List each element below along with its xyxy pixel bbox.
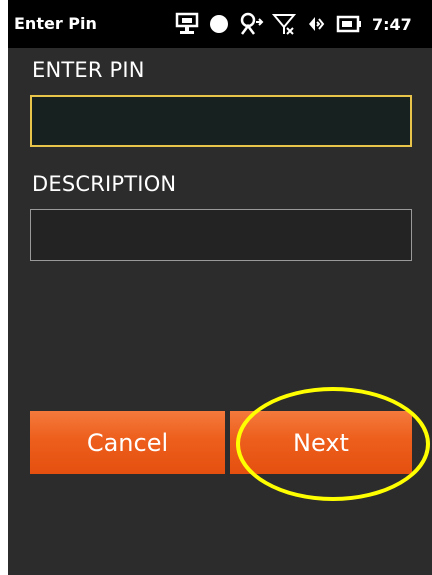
status-icons: 7:47 bbox=[174, 10, 412, 38]
cancel-button[interactable]: Cancel bbox=[30, 411, 225, 474]
app-window: Enter Pin 7:47 ENTER PIN DESCRIPTION Can… bbox=[8, 0, 432, 575]
volume-icon bbox=[304, 12, 328, 36]
clock: 7:47 bbox=[372, 14, 412, 34]
connectivity-icon bbox=[238, 12, 264, 36]
description-label: DESCRIPTION bbox=[32, 172, 177, 196]
screen-icon bbox=[174, 12, 200, 36]
window-title: Enter Pin bbox=[14, 14, 97, 33]
next-button[interactable]: Next bbox=[230, 411, 412, 474]
no-signal-icon bbox=[272, 12, 296, 36]
pin-input[interactable] bbox=[30, 95, 412, 147]
battery-icon bbox=[336, 13, 362, 35]
status-bar: Enter Pin 7:47 bbox=[8, 0, 432, 48]
dot-icon bbox=[208, 13, 230, 35]
description-input[interactable] bbox=[30, 209, 412, 261]
pin-label: ENTER PIN bbox=[32, 58, 145, 82]
